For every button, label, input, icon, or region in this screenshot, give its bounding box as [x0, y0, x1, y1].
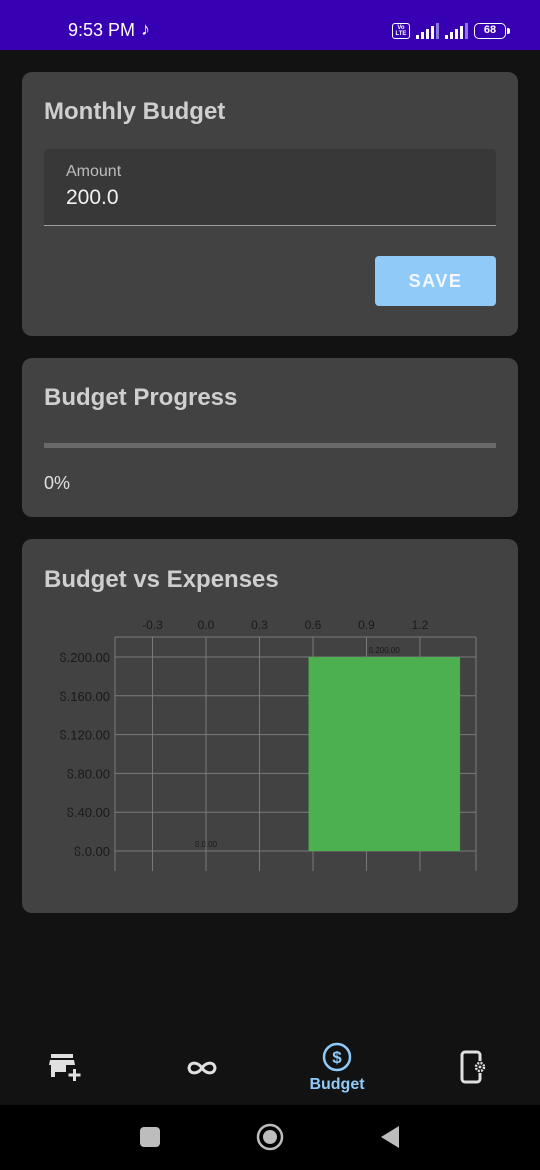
- amount-label: Amount: [66, 163, 122, 180]
- status-time: 9:53 PM: [68, 20, 136, 40]
- y-tick-label: ჽ.0.00: [74, 844, 110, 859]
- circle-home-icon[interactable]: [256, 1123, 284, 1151]
- progress-text: 0%: [44, 473, 71, 493]
- amount-input[interactable]: [66, 186, 466, 210]
- x-tick-label: -0.3: [142, 618, 163, 632]
- nav-label-budget: Budget: [309, 1076, 365, 1093]
- y-tick-label: ჽ.120.00: [60, 728, 110, 743]
- status-icons: Vo LTE 68: [392, 22, 510, 40]
- svg-text:$: $: [332, 1048, 342, 1067]
- bar-value-label: ჽ.0.00: [195, 840, 218, 849]
- phone-settings-icon: [460, 1050, 486, 1084]
- budget-vs-expenses-card: Budget vs Expenses -0.3 0.0 0.3 0.6 0.9 1.2 ჽ.…: [22, 539, 518, 913]
- bottom-navigation: $ Budget: [0, 1030, 540, 1105]
- budget-progress-card: Budget Progress 0%: [22, 358, 518, 517]
- bar-value-label: ჽ.200.00: [369, 646, 401, 655]
- nav-item-stores[interactable]: [26, 1030, 106, 1105]
- system-nav-icons: [140, 1123, 399, 1151]
- infinity-icon: [187, 1061, 217, 1075]
- y-tick-label: ჽ.160.00: [60, 689, 110, 704]
- x-tick-label: 0.3: [251, 618, 268, 632]
- nav-item-budget[interactable]: $ Budget: [297, 1030, 377, 1105]
- y-tick-label: ჽ.80.00: [67, 766, 110, 781]
- save-button[interactable]: SAVE: [375, 256, 496, 306]
- dollar-circle-icon: $: [322, 1042, 352, 1072]
- nav-item-settings[interactable]: [434, 1030, 514, 1105]
- x-tick-label: 1.2: [412, 618, 429, 632]
- card-title: Budget Progress: [44, 384, 238, 411]
- monthly-budget-card: Monthly Budget Amount SAVE: [22, 72, 518, 336]
- volte-icon: Vo LTE: [392, 23, 410, 39]
- system-navigation-bar: [0, 1105, 540, 1170]
- card-title: Monthly Budget: [44, 98, 226, 125]
- nav-item-recurring[interactable]: [162, 1030, 242, 1105]
- progress-bar: [44, 443, 496, 448]
- bar-chart[interactable]: -0.3 0.0 0.3 0.6 0.9 1.2 ჽ.0.00 ჽ.40.00 ჽ.80.00 ჽ…: [22, 539, 518, 913]
- x-tick-label: 0.6: [305, 618, 322, 632]
- square-recents-icon[interactable]: [140, 1127, 160, 1147]
- x-tick-label: 0.9: [358, 618, 375, 632]
- music-note-icon: ♪: [141, 19, 150, 39]
- status-bar: 9:53 PM ♪ Vo LTE 68: [0, 0, 540, 50]
- y-tick-label: ჽ.40.00: [67, 805, 110, 820]
- amount-field[interactable]: Amount: [44, 149, 496, 226]
- triangle-back-icon[interactable]: [381, 1126, 399, 1148]
- x-tick-label: 0.0: [198, 618, 215, 632]
- y-tick-label: ჽ.200.00: [60, 650, 110, 665]
- battery-icon: 68: [474, 23, 510, 39]
- chart-bar: [308, 657, 461, 851]
- signal-icon: [416, 23, 439, 39]
- store-add-icon: [49, 1054, 81, 1081]
- signal-icon: [445, 23, 468, 39]
